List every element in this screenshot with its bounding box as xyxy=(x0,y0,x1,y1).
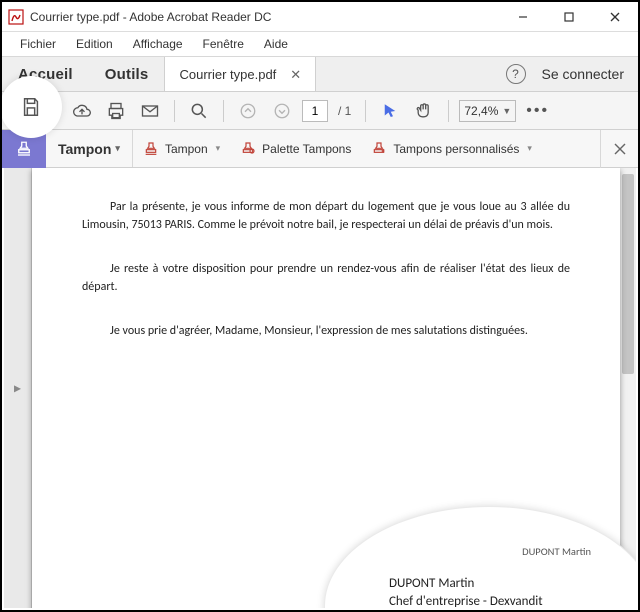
stamp-tool-label: Tampons personnalisés xyxy=(393,142,519,156)
page-total-label: / 1 xyxy=(334,104,355,118)
signin-link[interactable]: Se connecter xyxy=(542,66,625,82)
chevron-right-icon: ▸ xyxy=(14,380,21,397)
tabs-bar: Accueil Outils Courrier type.pdf ✕ ? Se … xyxy=(2,56,638,92)
page-number-input[interactable] xyxy=(302,100,328,122)
tab-document[interactable]: Courrier type.pdf ✕ xyxy=(165,57,316,91)
maximize-button[interactable] xyxy=(546,2,592,32)
window-controls xyxy=(500,2,638,31)
zoom-selector[interactable]: 72,4% ▼ xyxy=(459,100,516,122)
tab-close-icon[interactable]: ✕ xyxy=(290,68,301,81)
window-title: Courrier type.pdf - Adobe Acrobat Reader… xyxy=(30,10,500,24)
email-icon[interactable] xyxy=(136,97,164,125)
stamp-tool-label: Tampon xyxy=(165,142,208,156)
page-up-icon[interactable] xyxy=(234,97,262,125)
paragraph-1: Par la présente, je vous informe de mon … xyxy=(82,198,570,234)
chevron-down-icon: ▾ xyxy=(216,143,221,154)
zoom-value: 72,4% xyxy=(464,104,498,118)
stamp-dropdown-main[interactable]: Tampon ▾ xyxy=(46,130,133,167)
stamp-tool-label: Palette Tampons xyxy=(262,142,351,156)
scrollbar-vertical[interactable]: ▴ ▾ xyxy=(620,168,636,608)
menu-affichage[interactable]: Affichage xyxy=(125,34,191,54)
callout-ellipse: DUPONT Martin DUPONT Martin Chef d'entre… xyxy=(324,506,636,608)
cloud-upload-icon[interactable] xyxy=(68,97,96,125)
scroll-thumb[interactable] xyxy=(622,174,634,374)
separator xyxy=(365,100,366,122)
tab-tools[interactable]: Outils xyxy=(89,57,166,91)
hand-tool-icon[interactable] xyxy=(410,97,438,125)
separator xyxy=(174,100,175,122)
print-icon[interactable] xyxy=(102,97,130,125)
help-icon[interactable]: ? xyxy=(506,64,526,84)
tab-document-label: Courrier type.pdf xyxy=(179,67,276,82)
app-icon xyxy=(8,9,24,25)
stamp-tool-tampon[interactable]: Tampon ▾ xyxy=(133,130,230,167)
pdf-page[interactable]: Par la présente, je vous informe de mon … xyxy=(32,168,620,608)
stamp-main-label: Tampon xyxy=(58,141,111,157)
separator xyxy=(448,100,449,122)
paragraph-2: Je reste à votre disposition pour prendr… xyxy=(82,260,570,296)
menu-fenetre[interactable]: Fenêtre xyxy=(195,34,252,54)
menu-fichier[interactable]: Fichier xyxy=(12,34,64,54)
highlight-save xyxy=(0,76,62,138)
menubar: Fichier Edition Affichage Fenêtre Aide xyxy=(2,32,638,56)
minimize-button[interactable] xyxy=(500,2,546,32)
titlebar: Courrier type.pdf - Adobe Acrobat Reader… xyxy=(2,2,638,32)
save-icon[interactable] xyxy=(16,92,46,122)
chevron-down-icon: ▾ xyxy=(115,143,120,154)
chevron-down-icon: ▾ xyxy=(527,143,532,154)
separator xyxy=(223,100,224,122)
stamp-tool-custom[interactable]: Tampons personnalisés ▾ xyxy=(361,130,542,167)
chevron-down-icon: ▼ xyxy=(502,106,511,116)
navigation-pane-collapsed[interactable]: ▸ xyxy=(4,168,32,608)
paragraph-3: Je vous prie d'agréer, Madame, Monsieur,… xyxy=(82,322,570,340)
stamp-tool-palette[interactable]: Palette Tampons xyxy=(230,130,361,167)
close-button[interactable] xyxy=(592,2,638,32)
document-viewport: ▸ ▴ ▾ Par la présente, je vous informe d… xyxy=(4,168,636,608)
menu-aide[interactable]: Aide xyxy=(256,34,296,54)
callout-line-name: DUPONT Martin xyxy=(389,575,555,593)
toolbar: / 1 72,4% ▼ ••• xyxy=(2,92,638,130)
select-tool-icon[interactable] xyxy=(376,97,404,125)
search-icon[interactable] xyxy=(185,97,213,125)
callout-contact-block: DUPONT Martin Chef d'entreprise - Dexvan… xyxy=(389,575,555,608)
page-down-icon[interactable] xyxy=(268,97,296,125)
callout-signature-name: DUPONT Martin xyxy=(522,545,591,558)
callout-line-role: Chef d'entreprise - Dexvandit xyxy=(389,593,555,608)
stampbar: Tampon ▾ Tampon ▾ Palette Tampons Tampon… xyxy=(2,130,638,168)
stampbar-close-icon[interactable] xyxy=(600,130,638,168)
more-tools-icon[interactable]: ••• xyxy=(522,102,553,120)
menu-edition[interactable]: Edition xyxy=(68,34,121,54)
